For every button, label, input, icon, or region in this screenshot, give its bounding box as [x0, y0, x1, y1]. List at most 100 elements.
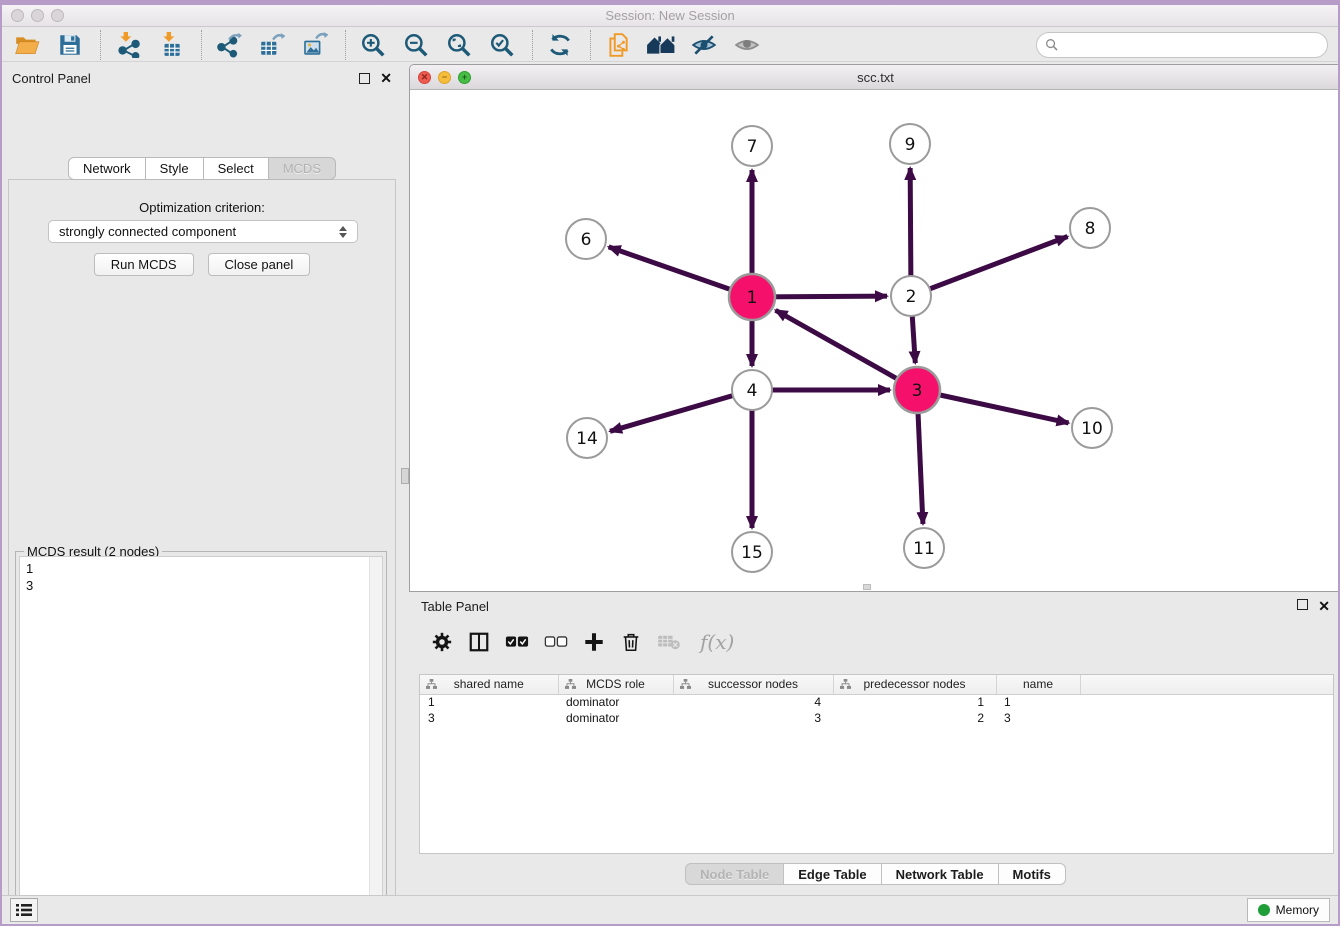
- zoom-out-icon[interactable]: [401, 31, 431, 59]
- node-7[interactable]: 7: [732, 126, 772, 166]
- export-image-icon[interactable]: [300, 31, 330, 59]
- node-8[interactable]: 8: [1070, 208, 1110, 248]
- task-history-button[interactable]: [10, 898, 38, 922]
- mcds-result-area[interactable]: 13: [19, 556, 383, 924]
- import-table-icon[interactable]: [156, 31, 186, 59]
- cell[interactable]: dominator: [558, 694, 673, 710]
- search-box[interactable]: [1036, 32, 1328, 58]
- svg-text:7: 7: [747, 137, 758, 157]
- tab-select[interactable]: Select: [204, 157, 269, 180]
- run-mcds-button[interactable]: Run MCDS: [94, 253, 194, 276]
- svg-text:10: 10: [1081, 419, 1103, 439]
- node-11[interactable]: 11: [904, 528, 944, 568]
- tree-icon: [565, 679, 576, 693]
- close-panel-icon[interactable]: ✕: [380, 71, 392, 85]
- cell[interactable]: 1: [833, 694, 996, 710]
- svg-text:1: 1: [747, 288, 758, 308]
- delete-icon[interactable]: [620, 631, 642, 653]
- column-header-shared-name[interactable]: shared name: [420, 675, 558, 694]
- toolbar-separator: [345, 30, 346, 60]
- node-1[interactable]: 1: [729, 274, 775, 320]
- houses-icon[interactable]: [646, 31, 676, 59]
- cell-filler: [1080, 694, 1333, 710]
- tab-network-table[interactable]: Network Table: [882, 863, 999, 885]
- node-6[interactable]: 6: [566, 219, 606, 259]
- titlebar: Session: New Session: [2, 5, 1338, 27]
- node-table: shared nameMCDS rolesuccessor nodesprede…: [419, 674, 1334, 854]
- tab-mcds[interactable]: MCDS: [269, 157, 336, 180]
- network-window-titlebar[interactable]: ✕ − + scc.txt: [410, 65, 1340, 90]
- duplicate-network-icon[interactable]: [603, 31, 633, 59]
- svg-text:8: 8: [1085, 219, 1096, 239]
- table-row[interactable]: 1dominator411: [420, 694, 1333, 710]
- hide-eye-icon[interactable]: [689, 31, 719, 59]
- show-eye-icon[interactable]: [732, 31, 762, 59]
- cell[interactable]: dominator: [558, 710, 673, 726]
- cell[interactable]: 1: [420, 694, 558, 710]
- export-table-icon[interactable]: [257, 31, 287, 59]
- node-9[interactable]: 9: [890, 124, 930, 164]
- function-builder-icon[interactable]: f(x): [700, 630, 734, 654]
- edge-2-8[interactable]: [911, 237, 1068, 296]
- zoom-selected-icon[interactable]: [487, 31, 517, 59]
- tab-node-table[interactable]: Node Table: [685, 863, 784, 885]
- zoom-in-icon[interactable]: [358, 31, 388, 59]
- open-session-icon[interactable]: [12, 31, 42, 59]
- gear-icon[interactable]: [431, 631, 453, 653]
- import-network-icon[interactable]: [113, 31, 143, 59]
- edge-3-1[interactable]: [776, 310, 917, 390]
- deselect-all-checkboxes-icon[interactable]: [544, 634, 568, 650]
- criterion-value: strongly connected component: [59, 224, 236, 239]
- result-line: 1: [26, 560, 376, 577]
- cell[interactable]: 3: [996, 710, 1080, 726]
- svg-text:9: 9: [905, 135, 916, 155]
- control-panel-tabs: NetworkStyleSelectMCDS: [2, 157, 402, 180]
- cell[interactable]: 3: [673, 710, 833, 726]
- add-column-icon[interactable]: [583, 631, 605, 653]
- cell[interactable]: 3: [420, 710, 558, 726]
- tab-edge-table[interactable]: Edge Table: [784, 863, 881, 885]
- result-scrollbar[interactable]: [369, 557, 382, 923]
- svg-text:14: 14: [576, 429, 598, 449]
- column-header-name[interactable]: name: [996, 675, 1080, 694]
- save-session-icon[interactable]: [55, 31, 85, 59]
- edge-4-14[interactable]: [610, 390, 752, 431]
- export-network-icon[interactable]: [214, 31, 244, 59]
- search-input[interactable]: [1063, 37, 1319, 52]
- tab-style[interactable]: Style: [146, 157, 204, 180]
- tab-network[interactable]: Network: [68, 157, 146, 180]
- node-10[interactable]: 10: [1072, 408, 1112, 448]
- float-panel-icon[interactable]: [359, 73, 370, 84]
- cell[interactable]: 4: [673, 694, 833, 710]
- delete-table-icon[interactable]: [657, 633, 681, 651]
- node-4[interactable]: 4: [732, 370, 772, 410]
- close-panel-button[interactable]: Close panel: [208, 253, 311, 276]
- criterion-select[interactable]: strongly connected component: [48, 220, 358, 243]
- network-graph: 1 2 3 4 6 7 8 9 10 11 14 15: [410, 90, 1340, 591]
- refresh-icon[interactable]: [545, 31, 575, 59]
- table-toolbar: f(x): [409, 620, 1340, 664]
- canvas-resize-handle[interactable]: [863, 584, 871, 590]
- column-header-MCDS-role[interactable]: MCDS role: [558, 675, 673, 694]
- table-float-panel-icon[interactable]: [1297, 599, 1308, 610]
- network-canvas[interactable]: 1 2 3 4 6 7 8 9 10 11 14 15: [410, 90, 1340, 591]
- cell[interactable]: 1: [996, 694, 1080, 710]
- table-row[interactable]: 3dominator323: [420, 710, 1333, 726]
- node-2[interactable]: 2: [891, 276, 931, 316]
- cell-filler: [1080, 710, 1333, 726]
- select-all-checkboxes-icon[interactable]: [505, 634, 529, 650]
- tab-motifs[interactable]: Motifs: [999, 863, 1066, 885]
- toolbar-separator: [532, 30, 533, 60]
- control-panel-title: Control Panel: [12, 71, 91, 86]
- cell[interactable]: 2: [833, 710, 996, 726]
- column-header-predecessor-nodes[interactable]: predecessor nodes: [833, 675, 996, 694]
- node-3[interactable]: 3: [894, 367, 940, 413]
- panel-splitter-handle[interactable]: [401, 468, 409, 484]
- table-close-panel-icon[interactable]: ✕: [1318, 599, 1330, 613]
- column-header-successor-nodes[interactable]: successor nodes: [673, 675, 833, 694]
- node-14[interactable]: 14: [567, 418, 607, 458]
- zoom-fit-icon[interactable]: [444, 31, 474, 59]
- node-15[interactable]: 15: [732, 532, 772, 572]
- columns-icon[interactable]: [468, 631, 490, 653]
- memory-button[interactable]: Memory: [1247, 898, 1330, 922]
